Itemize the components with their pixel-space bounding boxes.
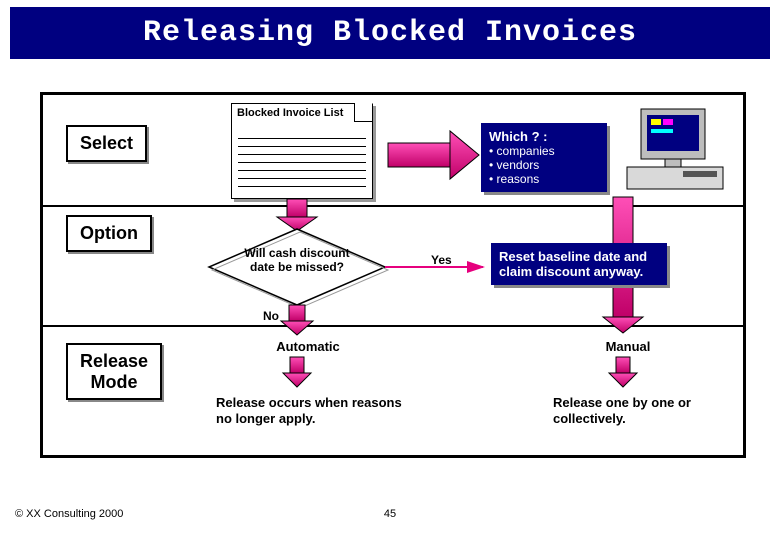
criteria-item-0: • companies xyxy=(489,144,599,158)
mode-manual-label: Manual xyxy=(588,339,668,354)
flow-diagram: Select Option Release Mode Blocked Invoi… xyxy=(40,92,746,458)
mode-manual-note: Release one by one or collectively. xyxy=(553,395,723,426)
section-label-select: Select xyxy=(66,125,147,162)
invoice-list-doc-icon: Blocked Invoice List xyxy=(231,103,373,199)
reset-action-box: Reset baseline date and claim discount a… xyxy=(491,243,667,285)
decision-no-label: No xyxy=(263,309,279,323)
computer-icon xyxy=(623,103,735,199)
decision-question: Will cash discount date be missed? xyxy=(242,247,352,275)
mode-automatic-label: Automatic xyxy=(263,339,353,354)
page-number: 45 xyxy=(0,508,780,520)
mode-automatic-note: Release occurs when reasons no longer ap… xyxy=(216,395,406,426)
doc-title: Blocked Invoice List xyxy=(232,104,372,119)
doc-lines-icon xyxy=(238,138,366,194)
decision-yes-label: Yes xyxy=(431,253,452,267)
criteria-item-1: • vendors xyxy=(489,158,599,172)
criteria-head: Which ? : xyxy=(489,129,599,144)
section-label-option: Option xyxy=(66,215,152,252)
criteria-item-2: • reasons xyxy=(489,172,599,186)
page-title: Releasing Blocked Invoices xyxy=(10,7,770,59)
section-label-release: Release Mode xyxy=(66,343,162,400)
selection-criteria-box: Which ? : • companies • vendors • reason… xyxy=(481,123,607,192)
divider-1 xyxy=(43,205,743,207)
divider-2 xyxy=(43,325,743,327)
